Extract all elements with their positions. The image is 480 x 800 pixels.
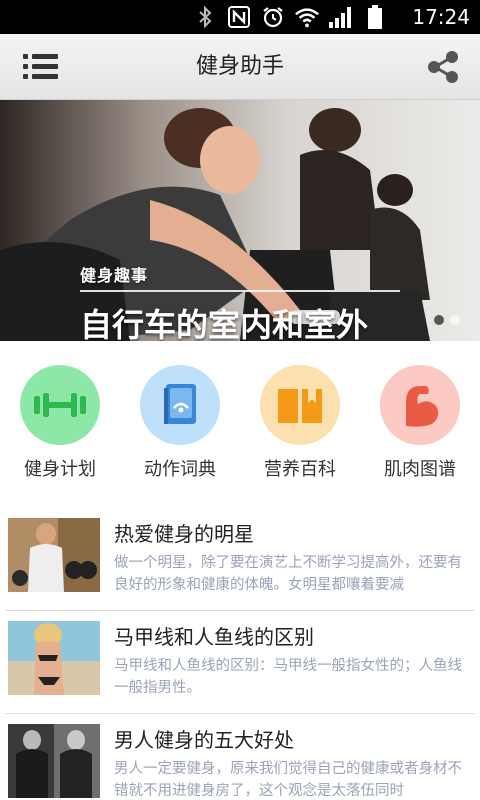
book-icon (164, 384, 196, 424)
article-title: 热爱健身的明星 (114, 522, 254, 546)
category-circle (260, 365, 340, 445)
share-icon (428, 51, 458, 83)
category-grid: 健身计划 动作词典 营养百科 肌肉图谱 (0, 341, 480, 491)
banner-tag: 健身趣事 (80, 266, 149, 285)
banner-divider-top (80, 290, 400, 292)
status-bar: 17:24 (0, 0, 480, 34)
category-circle (380, 365, 460, 445)
article-thumbnail (8, 724, 100, 798)
menu-button[interactable] (18, 48, 64, 86)
article-list: 热爱健身的明星 做一个明星，除了要在演艺上不断学习提高外，还要有良好的形象和健康… (0, 508, 480, 800)
category-exercise-dictionary[interactable]: 动作词典 (130, 365, 230, 491)
category-label: 健身计划 (24, 459, 96, 480)
list-menu-icon (23, 54, 58, 79)
app-bar: 健身助手 (0, 34, 480, 100)
article-thumbnail (8, 621, 100, 695)
carousel-dot-1[interactable] (434, 315, 444, 325)
battery-icon (362, 4, 388, 30)
open-book-icon (278, 389, 322, 423)
article-title: 马甲线和人鱼线的区别 (114, 625, 314, 649)
banner-headline: 自行车的室内和室外 (80, 306, 369, 341)
banner-carousel[interactable]: 健身趣事 自行车的室内和室外 (0, 100, 480, 341)
article-thumbnail (8, 518, 100, 592)
wifi-icon (294, 4, 320, 30)
category-label: 动作词典 (144, 459, 216, 480)
dumbbell-icon (34, 393, 86, 417)
list-item[interactable]: 热爱健身的明星 做一个明星，除了要在演艺上不断学习提高外，还要有良好的形象和健康… (6, 508, 474, 611)
carousel-indicator[interactable] (434, 315, 460, 325)
article-title: 男人健身的五大好处 (114, 728, 294, 752)
category-label: 肌肉图谱 (384, 459, 456, 480)
category-circle (140, 365, 220, 445)
category-circle (20, 365, 100, 445)
article-summary: 男人一定要健身，原来我们觉得自己的健康或者身材不错就不用进健身房了，这个观念是太… (114, 761, 462, 799)
alarm-icon (260, 4, 286, 30)
signal-icon (328, 4, 354, 30)
category-nutrition-encyclopedia[interactable]: 营养百科 (250, 365, 350, 491)
bicep-icon (406, 386, 439, 427)
category-label: 营养百科 (264, 459, 336, 480)
clock-time: 17:24 (412, 5, 470, 29)
article-summary: 马甲线和人鱼线的区别：马甲线一般指女性的；人鱼线一般指男性。 (114, 658, 462, 696)
page-title: 健身助手 (195, 54, 284, 79)
category-fitness-plan[interactable]: 健身计划 (10, 365, 110, 491)
article-summary: 做一个明星，除了要在演艺上不断学习提高外，还要有良好的形象和健康的体魄。女明星都… (114, 555, 462, 593)
list-item[interactable]: 男人健身的五大好处 男人一定要健身，原来我们觉得自己的健康或者身材不错就不用进健… (6, 714, 474, 800)
share-button[interactable] (422, 46, 464, 88)
category-muscle-atlas[interactable]: 肌肉图谱 (370, 365, 470, 491)
list-item[interactable]: 马甲线和人鱼线的区别 马甲线和人鱼线的区别：马甲线一般指女性的；人鱼线一般指男性… (6, 611, 474, 714)
carousel-dot-2[interactable] (450, 315, 460, 325)
bluetooth-icon (192, 4, 218, 30)
status-icons (192, 4, 388, 30)
nfc-icon (226, 4, 252, 30)
